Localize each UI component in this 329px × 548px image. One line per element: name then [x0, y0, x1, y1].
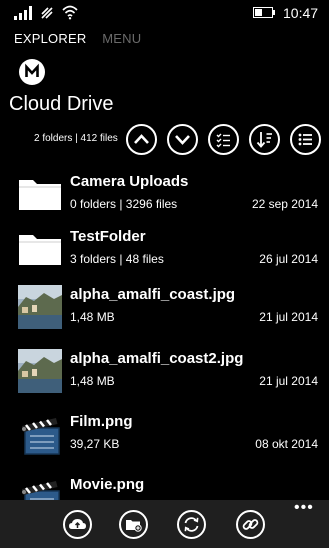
- pivot-menu-tab[interactable]: MENU: [102, 31, 141, 46]
- item-date: 21 jul 2014: [259, 310, 318, 324]
- signal-strength-icon: [14, 6, 32, 20]
- chevron-down-icon: [175, 135, 190, 145]
- more-options-button[interactable]: •••: [294, 500, 314, 516]
- item-date: 26 jul 2014: [259, 252, 318, 266]
- list-item[interactable]: TestFolder 3 folders | 48 files 26 jul 2…: [0, 219, 329, 277]
- refresh-button[interactable]: [177, 510, 206, 539]
- image-thumbnail-icon: [18, 285, 62, 329]
- item-name: alpha_amalfi_coast2.jpg: [70, 350, 244, 367]
- file-list: Camera Uploads 0 folders | 3296 files 22…: [0, 164, 329, 500]
- image-thumbnail-icon: [18, 349, 62, 393]
- item-name: Film.png: [70, 413, 133, 430]
- list-item[interactable]: alpha_amalfi_coast.jpg 1,48 MB 21 jul 20…: [0, 277, 329, 335]
- mega-logo-icon: [19, 59, 45, 85]
- pivot-explorer-tab[interactable]: EXPLORER: [14, 31, 86, 46]
- item-date: 21 jul 2014: [259, 374, 318, 388]
- folder-file-count: 2 folders | 412 files: [34, 133, 118, 144]
- sort-icon: [256, 132, 272, 148]
- item-name: Camera Uploads: [70, 173, 189, 190]
- app-bar: •••: [0, 500, 329, 548]
- multi-select-button[interactable]: [208, 124, 239, 155]
- list-item[interactable]: Camera Uploads 0 folders | 3296 files 22…: [0, 164, 329, 222]
- refresh-icon: [184, 517, 199, 532]
- item-meta: 0 folders | 3296 files: [70, 197, 178, 211]
- list-item[interactable]: alpha_amalfi_coast2.jpg 1,48 MB 21 jul 2…: [0, 341, 329, 399]
- page-title: Cloud Drive: [9, 93, 114, 115]
- upload-button[interactable]: [63, 510, 92, 539]
- get-link-button[interactable]: [236, 510, 265, 539]
- link-icon: [242, 519, 259, 530]
- go-up-button[interactable]: [126, 124, 157, 155]
- clapperboard-icon: [22, 481, 60, 500]
- item-meta: 1,48 MB: [70, 374, 115, 388]
- clock-time: 10:47: [283, 5, 319, 21]
- folder-icon: [19, 235, 61, 265]
- item-name: Movie.png: [70, 476, 145, 493]
- new-folder-button[interactable]: [119, 510, 148, 539]
- folder-icon: [19, 180, 61, 210]
- upload-icon: [69, 519, 86, 529]
- clapperboard-icon: [22, 418, 60, 455]
- wifi-icon: [62, 5, 78, 20]
- item-meta: 3 folders | 48 files: [70, 252, 164, 266]
- item-meta: 39,27 KB: [70, 437, 120, 451]
- item-name: TestFolder: [70, 228, 146, 245]
- battery-icon: [253, 7, 275, 18]
- pivot-header: EXPLORER MENU: [14, 31, 153, 46]
- new-folder-icon: [126, 520, 142, 532]
- list-item[interactable]: Film.png 39,27 KB 08 okt 2014: [0, 404, 329, 462]
- status-bar: 10:47: [0, 0, 329, 26]
- multi-select-icon: [216, 133, 230, 148]
- view-mode-button[interactable]: [290, 124, 321, 155]
- go-down-button[interactable]: [167, 124, 198, 155]
- item-name: alpha_amalfi_coast.jpg: [70, 286, 236, 303]
- item-date: 08 okt 2014: [255, 437, 318, 451]
- list-item[interactable]: Movie.png: [0, 467, 329, 500]
- item-meta: 1,48 MB: [70, 310, 115, 324]
- roaming-icon: [41, 7, 53, 19]
- item-date: 22 sep 2014: [251, 197, 318, 211]
- chevron-up-icon: [134, 134, 149, 144]
- list-view-icon: [298, 133, 312, 146]
- sort-button[interactable]: [249, 124, 280, 155]
